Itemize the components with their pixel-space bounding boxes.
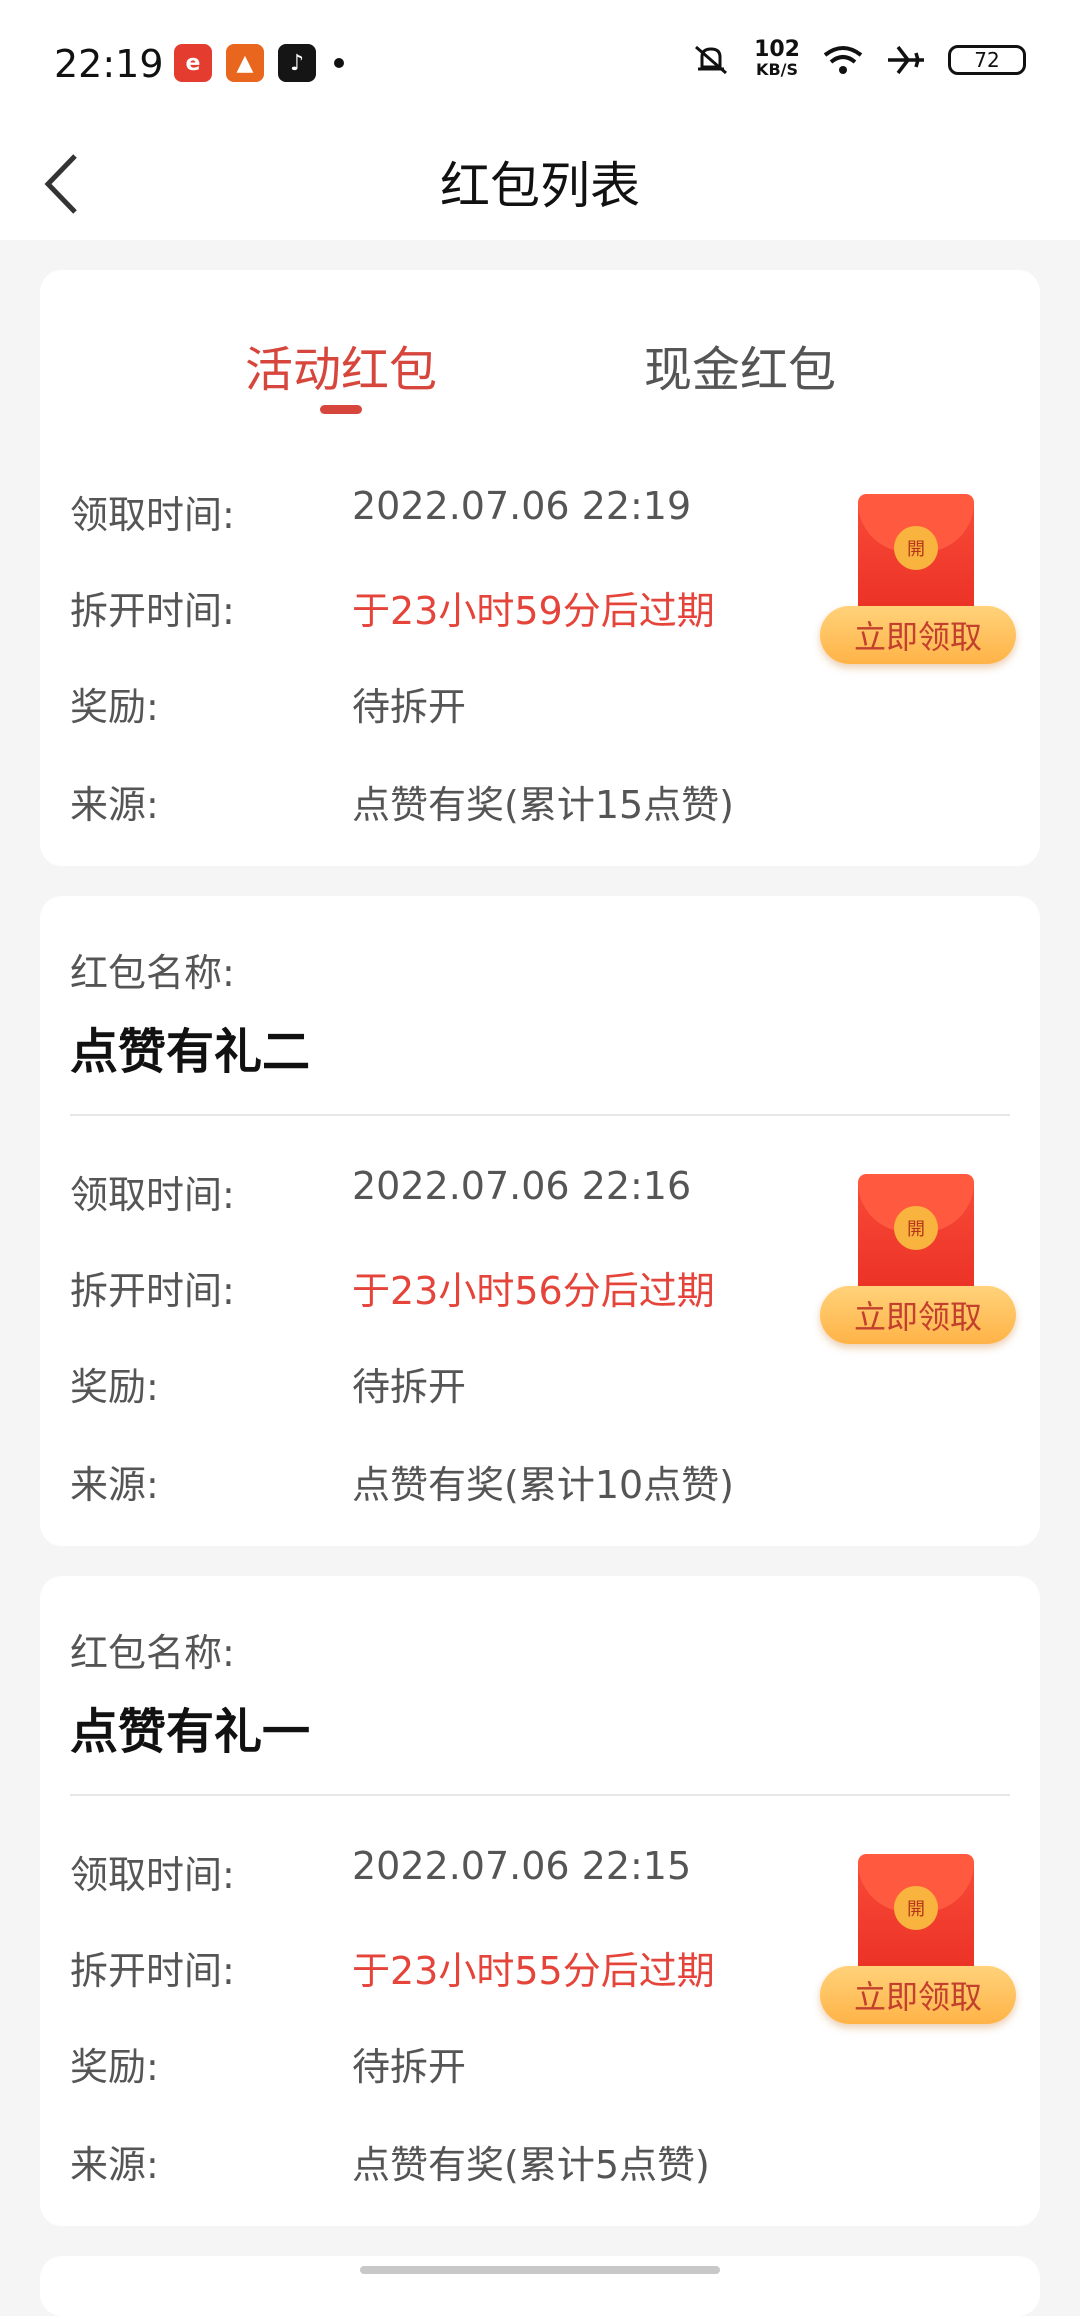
nav-bar: 红包列表: [0, 130, 1080, 240]
open-time-label: 拆开时间:: [70, 1949, 235, 1993]
source-label: 来源:: [70, 2143, 159, 2187]
page-title: 红包列表: [440, 157, 640, 215]
wifi-icon: [823, 46, 863, 74]
open-time-label: 拆开时间:: [70, 1269, 235, 1313]
tab-cash-packets[interactable]: 现金红包: [644, 330, 836, 400]
red-packet-card: 领取时间: 2022.07.06 22:19 拆开时间: 于23小时59分后过期…: [40, 440, 1040, 866]
divider: [70, 1794, 1010, 1796]
tab-activity-packets[interactable]: 活动红包: [245, 330, 437, 400]
claim-button[interactable]: 立即领取: [820, 1286, 1016, 1344]
red-envelope-icon: 開: [858, 1854, 974, 1984]
red-packet-card-partial: [40, 2256, 1040, 2316]
envelope-seal-icon: 開: [894, 1206, 938, 1250]
red-packet-card: 红包名称: 点赞有礼一 领取时间: 2022.07.06 22:15 拆开时间:…: [40, 1576, 1040, 2226]
claim-button[interactable]: 立即领取: [820, 606, 1016, 664]
home-indicator[interactable]: [360, 2266, 720, 2274]
red-packet-widget[interactable]: 開 立即领取: [820, 1174, 1016, 1354]
red-packet-widget[interactable]: 開 立即领取: [820, 1854, 1016, 2034]
red-envelope-icon: 開: [858, 494, 974, 624]
expiry-value: 于23小时59分后过期: [352, 589, 715, 633]
tab-bar: 活动红包 现金红包: [40, 270, 1040, 440]
expiry-value: 于23小时56分后过期: [352, 1269, 715, 1313]
receive-time-label: 领取时间:: [70, 493, 235, 537]
red-packet-widget[interactable]: 開 立即领取: [820, 494, 1016, 674]
reward-label: 奖励:: [70, 1365, 159, 1409]
packet-name: 点赞有礼一: [70, 1704, 311, 1760]
tab-active-indicator: [320, 405, 362, 414]
e-app-icon: e: [174, 44, 212, 82]
orange-app-icon: ▲: [226, 44, 264, 82]
reward-value: 待拆开: [352, 1365, 467, 1409]
claim-button[interactable]: 立即领取: [820, 1966, 1016, 2024]
red-packet-card: 红包名称: 点赞有礼二 领取时间: 2022.07.06 22:16 拆开时间:…: [40, 896, 1040, 1546]
reward-value: 待拆开: [352, 2045, 467, 2089]
source-value: 点赞有奖(累计15点赞): [352, 783, 735, 827]
receive-time-value: 2022.07.06 22:16: [352, 1164, 692, 1208]
envelope-seal-icon: 開: [894, 1886, 938, 1930]
reward-value: 待拆开: [352, 685, 467, 729]
red-envelope-icon: 開: [858, 1174, 974, 1304]
notification-icons: e ▲ ♪: [174, 44, 344, 82]
receive-time-value: 2022.07.06 22:15: [352, 1844, 692, 1888]
divider: [70, 1114, 1010, 1116]
envelope-seal-icon: 開: [894, 526, 938, 570]
reward-label: 奖励:: [70, 2045, 159, 2089]
status-indicators: 102 KB/S 72: [690, 37, 1026, 80]
open-time-label: 拆开时间:: [70, 589, 235, 633]
network-speed: 102 KB/S: [754, 37, 800, 80]
more-notifications-icon: [334, 58, 344, 68]
source-label: 来源:: [70, 1463, 159, 1507]
source-value: 点赞有奖(累计10点赞): [352, 1463, 735, 1507]
receive-time-label: 领取时间:: [70, 1173, 235, 1217]
status-bar: 22:19 e ▲ ♪ 102 KB/S 72: [0, 0, 1080, 130]
tiktok-icon: ♪: [278, 44, 316, 82]
packet-name-label: 红包名称:: [70, 951, 235, 995]
battery-indicator: 72: [948, 45, 1026, 75]
source-label: 来源:: [70, 783, 159, 827]
airplane-mode-icon: [888, 45, 924, 75]
reward-label: 奖励:: [70, 685, 159, 729]
status-time: 22:19: [54, 42, 164, 86]
source-value: 点赞有奖(累计5点赞): [352, 2143, 710, 2187]
receive-time-label: 领取时间:: [70, 1853, 235, 1897]
packet-name: 点赞有礼二: [70, 1024, 311, 1080]
expiry-value: 于23小时55分后过期: [352, 1949, 715, 1993]
receive-time-value: 2022.07.06 22:19: [352, 484, 692, 528]
packet-name-label: 红包名称:: [70, 1631, 235, 1675]
mute-icon: [695, 45, 728, 75]
